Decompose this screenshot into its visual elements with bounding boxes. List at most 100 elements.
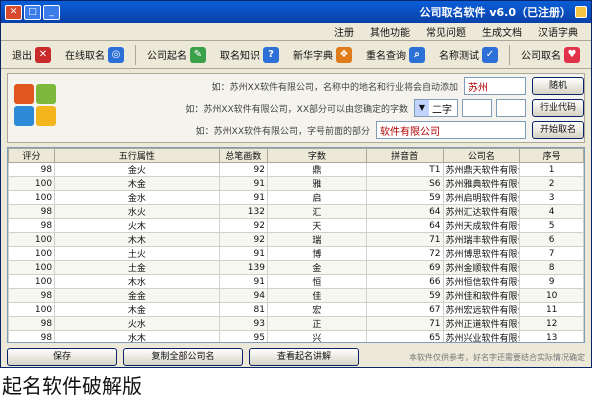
col-header[interactable]: 公司名 <box>442 148 521 163</box>
cell-score: 100 <box>8 302 56 317</box>
knowledge-icon: ? <box>263 46 279 63</box>
cell-score: 98 <box>8 162 56 177</box>
cell-index: 10 <box>519 288 584 303</box>
cell-pinyin: 69 <box>365 260 444 275</box>
exit-icon: ✕ <box>35 46 51 63</box>
cell-strokes: 139 <box>218 260 268 275</box>
toolbar: 退出 ✕ 在线取名 ◎ 公司起名 ✎ 取名知识 ? 新华字典 ❖ 重名查询 ⌕ … <box>1 41 591 69</box>
row-length: 如：苏州XX软件有限公司，XX部分可以由您确定的字数 ▼ 二字 行业代码 <box>64 98 584 118</box>
logo-square-yellow <box>36 106 56 126</box>
start-naming-button[interactable]: 开始取名 <box>532 121 584 139</box>
random-button[interactable]: 随机 <box>532 77 584 95</box>
menu-register[interactable]: 注册 <box>331 23 357 40</box>
row-length-hint: 如：苏州XX软件有限公司，XX部分可以由您确定的字数 <box>185 104 408 115</box>
cell-company: 苏州宏远软件有限公司 <box>442 302 521 317</box>
cell-index: 13 <box>519 330 584 342</box>
cell-pinyin: 65 <box>365 330 444 342</box>
table-row[interactable]: 100土金139金69苏州金顺软件有限公司8 <box>8 260 584 275</box>
cell-score: 100 <box>8 246 56 261</box>
cell-strokes: 91 <box>218 274 268 289</box>
cell-pinyin: 64 <box>365 218 444 233</box>
toolbar-knowledge-button[interactable]: 取名知识 ? <box>215 44 284 66</box>
row-suffix-hint: 如：苏州XX软件有限公司，字号前面的部分 <box>195 126 370 137</box>
table-row[interactable]: 98火木92天64苏州天成软件有限公司5 <box>8 218 584 233</box>
cell-company: 苏州启明软件有限公司 <box>442 190 521 205</box>
length-select[interactable]: ▼ 二字 <box>414 99 458 117</box>
table-row[interactable]: 98金火92鼎T1苏州鼎天软件有限公司1 <box>8 162 584 177</box>
menu-faq[interactable]: 常见问题 <box>423 23 469 40</box>
view-guide-button[interactable]: 查看起名讲解 <box>249 348 359 366</box>
location-input[interactable] <box>464 77 526 95</box>
toolbar-naming-button[interactable]: 公司起名 ✎ <box>142 44 211 66</box>
toolbar-company-button[interactable]: 公司取名 ♥ <box>516 44 585 66</box>
toolbar-duplicate-label: 重名查询 <box>366 51 406 62</box>
cell-score: 98 <box>8 330 56 342</box>
logo-square-blue <box>14 106 34 126</box>
table-row[interactable]: 98水木95兴65苏州兴业软件有限公司13 <box>8 330 584 342</box>
footer-note: 本软件仅供参考，好名字还需要结合实际情况确定 <box>409 352 585 362</box>
logo-square-red <box>14 84 34 104</box>
col-header[interactable]: 字数 <box>266 148 367 163</box>
cell-company: 苏州汇达软件有限公司 <box>442 204 521 219</box>
char-input-1[interactable] <box>462 99 492 117</box>
cell-wuxing: 火木 <box>54 218 220 233</box>
cell-company: 苏州兴业软件有限公司 <box>442 330 521 342</box>
cell-company: 苏州正道软件有限公司 <box>442 316 521 331</box>
window-title: 公司取名软件 v6.0（已注册） <box>420 4 587 20</box>
cell-wuxing: 木水 <box>54 274 220 289</box>
copy-all-button[interactable]: 复制全部公司名 <box>123 348 243 366</box>
options-panel: 如：苏州XX软件有限公司，名称中的地名和行业将会自动添加 随机 如：苏州XX软件… <box>7 73 585 143</box>
save-button[interactable]: 保存 <box>7 348 117 366</box>
cell-wuxing: 金火 <box>54 162 220 177</box>
close-icon[interactable]: ✕ <box>5 4 22 20</box>
footer-bar: 保存 复制全部公司名 查看起名讲解 本软件仅供参考，好名字还需要结合实际情况确定 <box>7 347 585 367</box>
app-icon <box>575 6 587 18</box>
cell-index: 1 <box>519 162 584 177</box>
col-header[interactable]: 序号 <box>519 148 584 163</box>
toolbar-exit-button[interactable]: 退出 ✕ <box>7 44 56 66</box>
col-header[interactable]: 总笔画数 <box>218 148 268 163</box>
table-row[interactable]: 100木水91恒66苏州恒信软件有限公司9 <box>8 274 584 289</box>
cell-strokes: 92 <box>218 218 268 233</box>
table-row[interactable]: 100木金91雅S6苏州雅典软件有限公司2 <box>8 176 584 191</box>
cell-index: 2 <box>519 176 584 191</box>
cell-strokes: 91 <box>218 246 268 261</box>
toolbar-xinhua-button[interactable]: 新华字典 ❖ <box>288 44 357 66</box>
cell-keychar: 鼎 <box>266 162 367 177</box>
cell-keychar: 正 <box>266 316 367 331</box>
table-row[interactable]: 98金金94佳59苏州佳和软件有限公司10 <box>8 288 584 303</box>
chevron-down-icon: ▼ <box>415 100 429 116</box>
toolbar-duplicate-button[interactable]: 重名查询 ⌕ <box>361 44 430 66</box>
cell-score: 100 <box>8 260 56 275</box>
table-row[interactable]: 98火水93正71苏州正道软件有限公司12 <box>8 316 584 331</box>
cell-company: 苏州雅典软件有限公司 <box>442 176 521 191</box>
col-header[interactable]: 评分 <box>8 148 56 163</box>
industry-code-button[interactable]: 行业代码 <box>532 99 584 117</box>
suffix-input[interactable] <box>376 121 526 139</box>
test-icon: ✓ <box>482 46 498 63</box>
maximize-icon[interactable]: □ <box>24 4 41 20</box>
col-header[interactable]: 五行属性 <box>54 148 220 163</box>
table-row[interactable]: 100木木92瑞71苏州瑞丰软件有限公司6 <box>8 232 584 247</box>
char-input-2[interactable] <box>496 99 526 117</box>
table-row[interactable]: 100土火91博72苏州博思软件有限公司7 <box>8 246 584 261</box>
cell-strokes: 92 <box>218 232 268 247</box>
cell-keychar: 博 <box>266 246 367 261</box>
table-row[interactable]: 100木金81宏67苏州宏远软件有限公司11 <box>8 302 584 317</box>
menu-docs[interactable]: 生成文档 <box>479 23 525 40</box>
cell-pinyin: 66 <box>365 274 444 289</box>
menu-other[interactable]: 其他功能 <box>367 23 413 40</box>
cell-keychar: 雅 <box>266 176 367 191</box>
toolbar-test-button[interactable]: 名称测试 ✓ <box>434 44 503 66</box>
col-header[interactable]: 拼音首 <box>365 148 444 163</box>
cell-wuxing: 土火 <box>54 246 220 261</box>
cell-keychar: 金 <box>266 260 367 275</box>
cell-index: 3 <box>519 190 584 205</box>
menu-dictionary[interactable]: 汉语字典 <box>535 23 581 40</box>
table-row[interactable]: 98水火132汇64苏州汇达软件有限公司4 <box>8 204 584 219</box>
minimize-icon[interactable]: _ <box>43 4 60 20</box>
table-row[interactable]: 100金水91启59苏州启明软件有限公司3 <box>8 190 584 205</box>
office-logo-icon <box>14 84 58 132</box>
toolbar-online-button[interactable]: 在线取名 ◎ <box>60 44 129 66</box>
row-location-hint: 如：苏州XX软件有限公司，名称中的地名和行业将会自动添加 <box>211 82 458 93</box>
